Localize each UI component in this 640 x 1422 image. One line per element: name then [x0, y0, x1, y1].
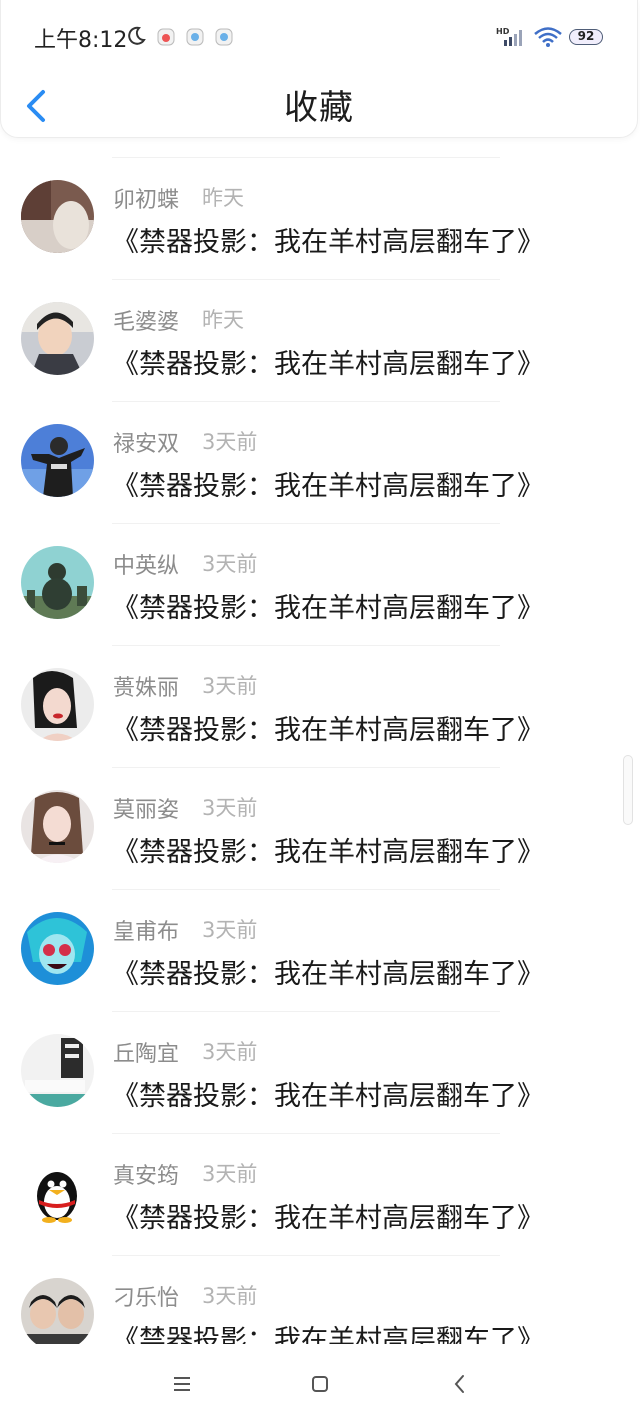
avatar: [21, 1156, 94, 1229]
user-name: 刁乐怡: [113, 1286, 180, 1311]
timestamp: 3天前: [202, 918, 258, 942]
timestamp: 3天前: [202, 430, 258, 454]
app-notification-icon: [186, 28, 204, 46]
list-item[interactable]: 禄安双 3天前 《禁器投影：我在羊村高层翻车了》: [21, 401, 544, 523]
back-triangle-icon[interactable]: [448, 1372, 472, 1396]
avatar: [21, 302, 94, 375]
user-name: 蒉姝丽: [113, 676, 180, 701]
list-item[interactable]: 中英纵 3天前 《禁器投影：我在羊村高层翻车了》: [21, 523, 544, 645]
home-square-icon[interactable]: [308, 1372, 332, 1396]
avatar: [21, 1034, 94, 1107]
timestamp: 昨天: [202, 308, 244, 332]
book-title: 《禁器投影：我在羊村高层翻车了》: [112, 227, 544, 258]
timestamp: 3天前: [202, 674, 258, 698]
user-name: 莫丽姿: [113, 798, 180, 823]
user-name: 真安筠: [113, 1164, 180, 1189]
book-title: 《禁器投影：我在羊村高层翻车了》: [112, 349, 544, 380]
app-notification-icon: [157, 28, 175, 46]
timestamp: 3天前: [202, 1284, 258, 1308]
book-title: 《禁器投影：我在羊村高层翻车了》: [112, 1081, 544, 1112]
favorites-list: 卯初蝶 昨天 《禁器投影：我在羊村高层翻车了》 毛婆婆 昨天 《禁器投影：我在羊…: [0, 157, 640, 1377]
book-title: 《禁器投影：我在羊村高层翻车了》: [112, 959, 544, 990]
avatar: [21, 180, 94, 253]
list-item[interactable]: 真安筠 3天前 《禁器投影：我在羊村高层翻车了》: [21, 1133, 544, 1255]
app-notification-icon: [215, 28, 233, 46]
book-title: 《禁器投影：我在羊村高层翻车了》: [112, 715, 544, 746]
book-title: 《禁器投影：我在羊村高层翻车了》: [112, 1203, 544, 1234]
header-card: 上午8:12 HD 92 收藏: [0, 0, 638, 138]
user-name: 中英纵: [113, 554, 180, 579]
battery-indicator: 92: [569, 29, 603, 45]
list-item[interactable]: 皇甫布 3天前 《禁器投影：我在羊村高层翻车了》: [21, 889, 544, 1011]
user-name: 丘陶宜: [113, 1042, 180, 1067]
timestamp: 昨天: [202, 186, 244, 210]
avatar: [21, 546, 94, 619]
book-title: 《禁器投影：我在羊村高层翻车了》: [112, 471, 544, 502]
list-item[interactable]: 蒉姝丽 3天前 《禁器投影：我在羊村高层翻车了》: [21, 645, 544, 767]
signal-strength-icon: HD: [496, 27, 522, 46]
status-time: 上午8:12: [34, 28, 128, 53]
timestamp: 3天前: [202, 552, 258, 576]
timestamp: 3天前: [202, 1040, 258, 1064]
book-title: 《禁器投影：我在羊村高层翻车了》: [112, 837, 544, 868]
avatar: [21, 912, 94, 985]
timestamp: 3天前: [202, 1162, 258, 1186]
list-item[interactable]: 丘陶宜 3天前 《禁器投影：我在羊村高层翻车了》: [21, 1011, 544, 1133]
avatar: [21, 1278, 94, 1351]
menu-icon[interactable]: [170, 1372, 194, 1396]
list-item[interactable]: 莫丽姿 3天前 《禁器投影：我在羊村高层翻车了》: [21, 767, 544, 889]
hd-label: HD: [496, 27, 510, 36]
system-nav-bar: [0, 1344, 640, 1422]
list-item[interactable]: 卯初蝶 昨天 《禁器投影：我在羊村高层翻车了》: [21, 157, 544, 279]
avatar: [21, 790, 94, 863]
moon-icon: [128, 26, 146, 45]
avatar: [21, 668, 94, 741]
user-name: 卯初蝶: [113, 188, 180, 213]
avatar: [21, 424, 94, 497]
wifi-icon: [534, 27, 562, 47]
user-name: 皇甫布: [113, 920, 180, 945]
user-name: 毛婆婆: [113, 310, 180, 335]
scrollbar-thumb[interactable]: [623, 755, 633, 825]
user-name: 禄安双: [113, 432, 180, 457]
page-title: 收藏: [284, 88, 354, 128]
timestamp: 3天前: [202, 796, 258, 820]
list-item[interactable]: 毛婆婆 昨天 《禁器投影：我在羊村高层翻车了》: [21, 279, 544, 401]
book-title: 《禁器投影：我在羊村高层翻车了》: [112, 593, 544, 624]
